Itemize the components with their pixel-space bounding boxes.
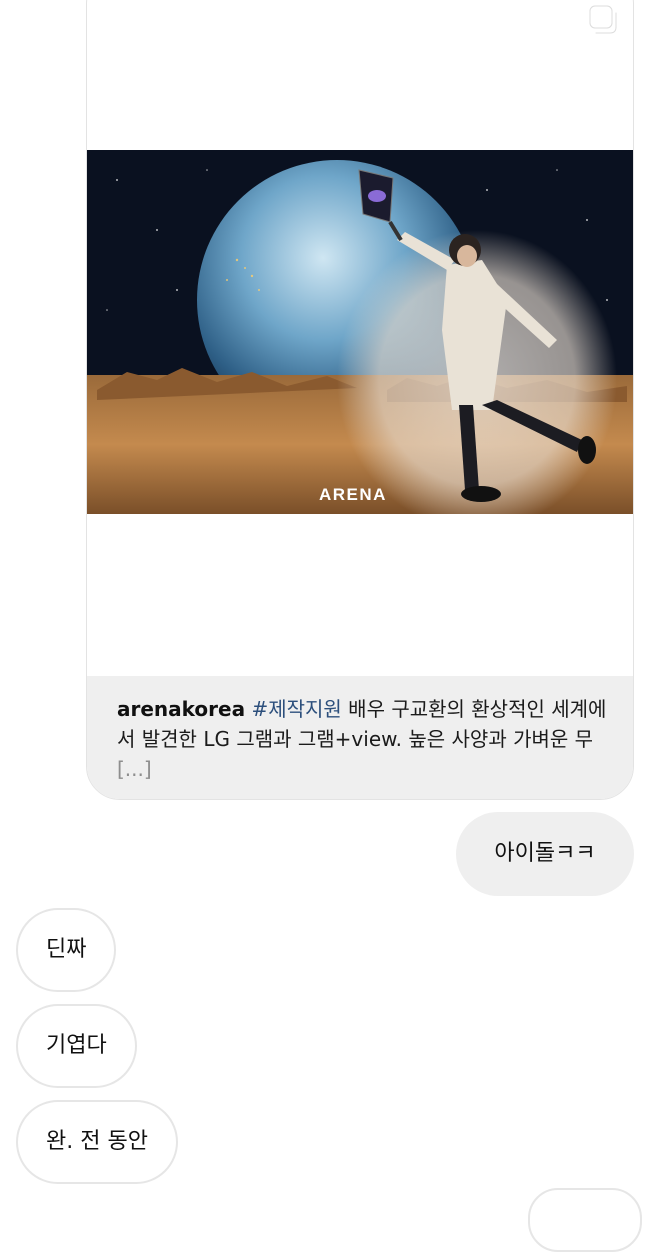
caption-username[interactable]: arenakorea <box>117 697 245 721</box>
received-message-text: 딘짜 <box>46 937 87 962</box>
received-message-bubble[interactable]: 완. 전 동안 <box>16 1100 178 1184</box>
received-message-text: 완. 전 동안 <box>46 1129 148 1154</box>
image-watermark: ARENA <box>319 485 387 504</box>
person-shoe-left <box>461 486 501 502</box>
partial-message-bubble[interactable] <box>528 1188 642 1252</box>
multiple-media-icon <box>588 4 618 35</box>
person-face <box>457 245 477 267</box>
laptop-screen-glow <box>368 190 386 202</box>
caption-hashtag[interactable]: #제작지원 <box>251 697 341 721</box>
received-message-text: 기엽다 <box>46 1033 107 1058</box>
post-caption[interactable]: arenakorea #제작지원 배우 구교환의 환상적인 세계에서 발견한 L… <box>87 676 633 799</box>
caption-more-link[interactable]: [...] <box>117 757 152 781</box>
received-message-bubble[interactable]: 기엽다 <box>16 1004 137 1088</box>
sent-message-text: 아이돌ㅋㅋ <box>494 841 596 866</box>
post-image[interactable]: ARENA <box>87 150 633 514</box>
person-shoe-right <box>578 436 596 464</box>
sent-message-bubble[interactable]: 아이돌ㅋㅋ <box>456 812 634 896</box>
received-message-bubble[interactable]: 딘짜 <box>16 908 117 992</box>
